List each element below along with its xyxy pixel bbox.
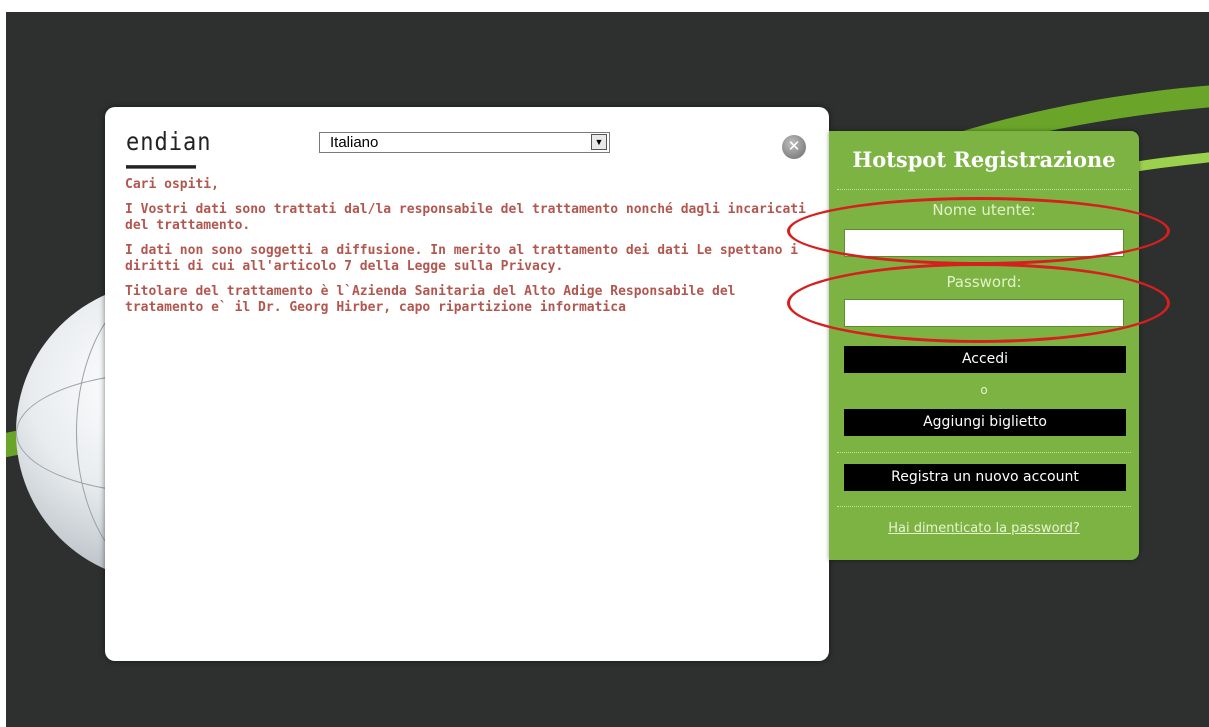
privacy-paragraph: I dati non sono soggetti a diffusione. I… <box>125 243 799 274</box>
annotation-ellipse-password <box>787 263 1170 343</box>
forgot-password-link[interactable]: Hai dimenticato la password? <box>829 521 1139 536</box>
panel-title: Hotspot Registrazione <box>852 147 1116 172</box>
or-text: o <box>980 383 988 397</box>
hotspot-login-panel: Hotspot Registrazione Nome utente: Passw… <box>829 131 1139 560</box>
chevron-down-icon[interactable]: ▼ <box>591 134 607 150</box>
privacy-paragraph: I Vostri dati sono trattati dal/la respo… <box>125 202 806 233</box>
register-account-button[interactable]: Registra un nuovo account <box>844 464 1126 491</box>
add-ticket-button[interactable]: Aggiungi biglietto <box>844 409 1126 436</box>
privacy-dialog: endian Italiano ▼ ✕ Cari ospiti, I Vostr… <box>105 107 829 661</box>
close-icon[interactable]: ✕ <box>782 135 806 159</box>
privacy-text: Cari ospiti, I Vostri dati sono trattati… <box>125 177 815 325</box>
privacy-paragraph: Titolare del trattamento è l`Azienda San… <box>125 284 736 315</box>
divider <box>837 506 1131 507</box>
greeting-text: Cari ospiti, <box>125 177 219 192</box>
annotation-ellipse-username <box>787 197 1170 265</box>
login-button[interactable]: Accedi <box>844 346 1126 373</box>
language-select-value: Italiano <box>330 134 379 151</box>
divider <box>837 189 1131 190</box>
endian-logo: endian <box>126 128 210 169</box>
divider <box>837 452 1131 453</box>
language-select[interactable]: Italiano ▼ <box>319 132 610 153</box>
